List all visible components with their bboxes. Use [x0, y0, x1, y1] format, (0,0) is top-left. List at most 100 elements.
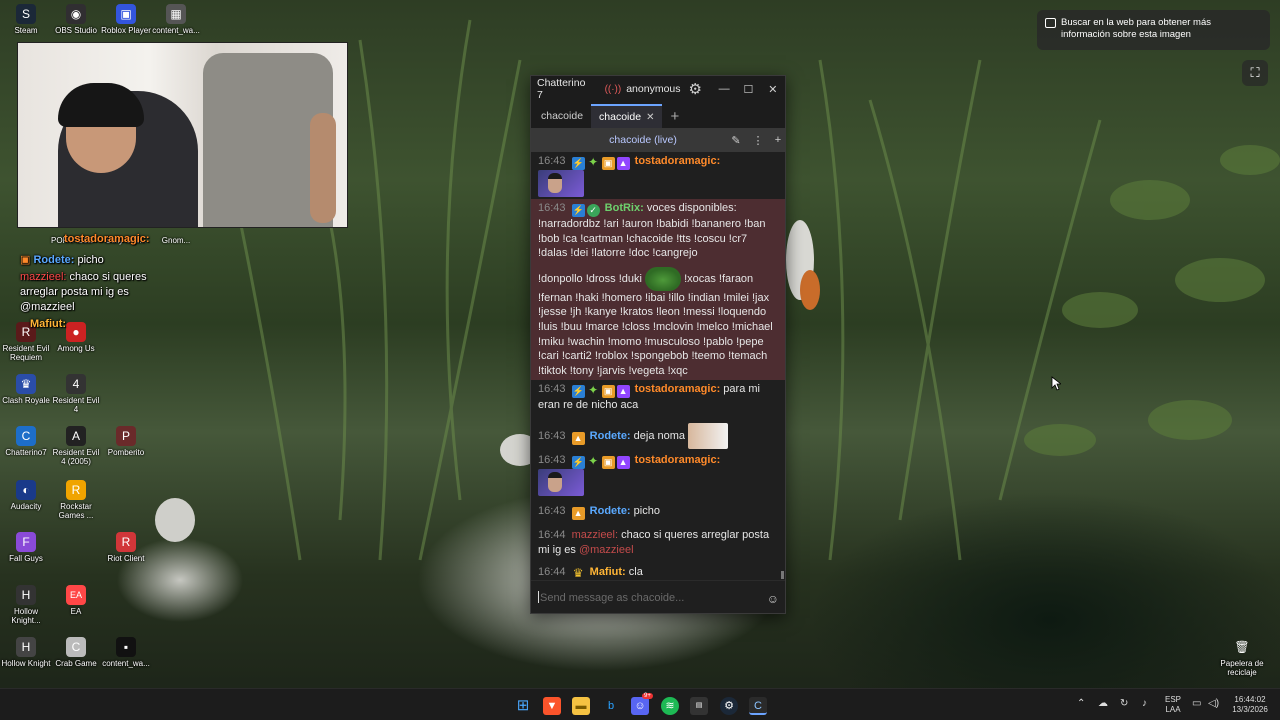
emote-image[interactable] [538, 468, 584, 496]
desktop-icon-content-wa-2[interactable]: ▪ content_wa... [100, 637, 152, 668]
chat-message[interactable]: 16:44 mazzieel: chaco si queres arreglar… [531, 522, 785, 559]
more-options-icon[interactable]: ⋮ [747, 134, 769, 147]
chatterino-taskbar-icon[interactable]: C [749, 697, 767, 715]
desktop-icon-obs[interactable]: ◉ OBS Studio [50, 4, 102, 35]
desktop-icon-hollow-knight-2[interactable]: H Hollow Knight [0, 637, 52, 668]
chat-message[interactable]: 16:43 ▲ Rodete: deja noma [531, 415, 785, 451]
username[interactable]: Rodete: [590, 430, 631, 442]
visual-search-tooltip[interactable]: Buscar en la web para obtener más inform… [1037, 10, 1270, 50]
sub-badge-icon: ▲ [571, 506, 585, 520]
maximize-button[interactable]: ☐ [736, 83, 760, 96]
desktop-icon-pomberito[interactable]: P Pomberito [100, 426, 152, 457]
username[interactable]: Rodete: [590, 505, 631, 517]
file-icon: ▦ [166, 4, 186, 24]
ea-icon: EA [66, 585, 86, 605]
message-list[interactable]: 16:43 ⚡ ✦ ▣ ▲ tostadoramagic: 16:43 ⚡ ✓ BotR… [531, 152, 785, 582]
windows-start-icon[interactable]: ⊞ [514, 697, 532, 715]
desktop-icon-riot[interactable]: R Riot Client [100, 532, 152, 563]
hollow-knight-icon: H [16, 637, 36, 657]
chat-message[interactable]: 16:44 ♛ Mafiut: cla [531, 559, 785, 582]
discord-icon[interactable]: ☺ [631, 697, 649, 715]
chat-message-continued[interactable]: !donpollo !dross !duki !xocas !faraon !f… [531, 262, 785, 381]
add-split-icon[interactable]: + [767, 134, 785, 146]
onedrive-icon[interactable]: ☁ [1098, 699, 1108, 709]
emoji-icon[interactable]: ☺ [767, 592, 779, 606]
desktop-icon-re4-2005[interactable]: A Resident Evil 4 (2005) [50, 426, 102, 466]
chat-message[interactable]: 16:43 ▲ Rodete: picho [531, 498, 785, 522]
username[interactable]: tostadoramagic: [635, 155, 721, 167]
desktop-icon-chatterino[interactable]: C Chatterino7 [0, 426, 52, 457]
microphone-icon[interactable]: ♪ [1142, 699, 1147, 709]
channel-header: chacoide (live) ✎ ⋮ + [531, 128, 785, 152]
chat-message-highlighted[interactable]: 16:43 ⚡ ✓ BotRix: voces disponibles: !nar… [531, 199, 785, 263]
fall-guys-icon: F [16, 532, 36, 552]
desktop-icon-gnom[interactable]: Gnom... [150, 236, 202, 245]
sparkle-badge-icon: ✦ [588, 453, 599, 468]
tray-overflow-icon[interactable]: ⌃ [1077, 699, 1085, 709]
chat-message[interactable]: 16:43 ⚡ ✦ ▣ ▲ tostadoramagic: para mi eran … [531, 380, 785, 415]
window-title: Chatterino 7 [537, 77, 586, 101]
user-mention[interactable]: @mazzieel [579, 544, 634, 556]
scrollbar-thumb[interactable] [781, 571, 784, 579]
username[interactable]: Mafiut: [590, 566, 626, 578]
file-explorer-icon[interactable]: ▬ [572, 697, 590, 715]
sync-icon[interactable]: ↻ [1120, 699, 1128, 709]
obs-icon: ◉ [66, 4, 86, 24]
desktop-icon-steam[interactable]: S Steam [0, 4, 52, 35]
tab-bar: chacoide chacoide ✕ + [531, 102, 785, 128]
tab-chacoide-2[interactable]: chacoide ✕ [591, 104, 663, 128]
brave-browser-icon[interactable]: ▼ [543, 697, 561, 715]
language-indicator[interactable]: ESP LAA [1163, 695, 1183, 715]
chatterino-icon: C [16, 426, 36, 446]
sub-badge-icon: ▲ [616, 455, 630, 469]
username[interactable]: mazzieel: [572, 529, 618, 541]
settings-gear-icon[interactable]: ⚙ [689, 80, 702, 98]
add-tab-button[interactable]: + [670, 106, 679, 128]
close-button[interactable]: ✕ [761, 83, 785, 96]
volume-icon[interactable]: ◁) [1208, 699, 1219, 709]
visual-search-button[interactable]: ⛶ [1242, 60, 1268, 86]
chat-message[interactable]: 16:43 ⚡ ✦ ▣ ▲ tostadoramagic: [531, 152, 785, 199]
account-switcher[interactable]: anonymous [626, 83, 680, 95]
desktop-icon-ea[interactable]: EA EA [50, 585, 102, 616]
box-badge-icon: ▣ [601, 385, 615, 399]
desktop-icon-recycle-bin[interactable]: 🗑 Papelera de reciclaje [1216, 637, 1268, 677]
desktop-icon-crab-game[interactable]: C Crab Game [50, 637, 102, 668]
network-icon[interactable]: ▭ [1192, 699, 1201, 709]
desktop-icon-hollow-knight-1[interactable]: H Hollow Knight... [0, 585, 52, 625]
scan-icon: ⛶ [1250, 65, 1260, 80]
desktop-icon-fall-guys[interactable]: F Fall Guys [0, 532, 52, 563]
username[interactable]: BotRix: [605, 202, 644, 214]
steam-taskbar-icon[interactable]: ⚙ [720, 697, 738, 715]
username[interactable]: tostadoramagic: [635, 454, 721, 466]
emote-image[interactable] [688, 422, 729, 449]
prime-badge-icon: ⚡ [571, 157, 585, 170]
title-bar[interactable]: Chatterino 7 ((·)) anonymous ⚙ — ☐ ✕ [531, 76, 785, 102]
bing-icon[interactable]: b [602, 697, 620, 715]
recycle-bin-icon: 🗑 [1234, 640, 1250, 654]
emote-image[interactable] [538, 170, 584, 197]
spotify-icon[interactable]: ≋ [661, 697, 679, 715]
moderation-icon[interactable]: ✎ [725, 134, 747, 147]
sub-badge-icon: ▲ [571, 431, 585, 445]
desktop-icon-roblox[interactable]: ▣ Roblox Player [100, 4, 152, 35]
streaming-icon: ((·)) [604, 83, 622, 95]
tab-chacoide-1[interactable]: chacoide [533, 104, 591, 128]
taskbar: ⊞ ▼ ▬ b ☺ 9+ ≋ ▤ ⚙ C ⌃ ☁ ↻ ♪ ESP LAA ▭ ◁… [0, 688, 1280, 720]
roblox-icon: ▣ [116, 4, 136, 24]
desktop-icon-re4[interactable]: 4 Resident Evil 4 [50, 374, 102, 414]
obs-recording-icon[interactable]: ▤ [690, 697, 708, 715]
pepe-emote[interactable] [645, 266, 682, 291]
chatterino-window[interactable]: Chatterino 7 ((·)) anonymous ⚙ — ☐ ✕ cha… [530, 75, 786, 614]
message-input[interactable]: Send message as chacoide... ☺ [531, 580, 785, 613]
desktop-icon-content-wa-1[interactable]: ▦ content_wa... [150, 4, 202, 35]
prime-badge-icon: ⚡ [571, 204, 585, 217]
desktop-icon-audacity[interactable]: ◐ Audacity [0, 480, 52, 511]
chat-message[interactable]: 16:43 ⚡ ✦ ▣ ▲ tostadoramagic: [531, 451, 785, 498]
desktop-icon-clash-royale[interactable]: ♛ Clash Royale [0, 374, 52, 405]
minimize-button[interactable]: — [712, 83, 736, 95]
desktop-icon-rockstar[interactable]: R Rockstar Games ... [50, 480, 102, 520]
clock[interactable]: 16:44:02 13/3/2026 [1228, 695, 1272, 715]
close-tab-icon[interactable]: ✕ [646, 112, 654, 123]
username[interactable]: tostadoramagic: [635, 383, 721, 395]
